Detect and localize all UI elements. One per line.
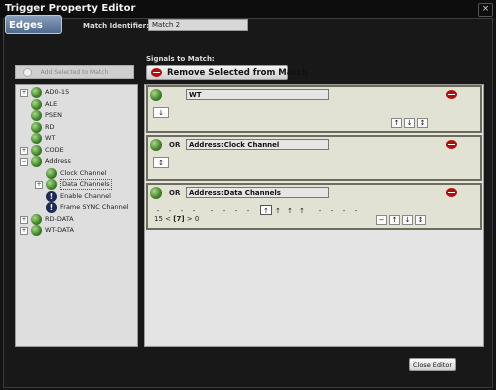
signal-card-clock-channel[interactable]: OR Address:Clock Channel ↕ [146,135,482,181]
move-up-button[interactable]: ↑ [391,118,402,128]
bit-edge-cell[interactable]: - [206,206,218,216]
tree-expander-icon[interactable]: + [35,181,43,189]
match-identifier-input[interactable] [148,19,248,31]
bit-next-button[interactable]: > [187,215,193,223]
tree-item-label: Address [45,157,71,165]
green-ball-icon [46,167,57,179]
remove-icon [151,68,162,77]
tree-item-label: RD [45,122,55,131]
tree-expander-icon[interactable]: + [20,146,28,155]
warning-icon: ! [46,202,57,213]
signal-status-icon [150,89,162,101]
add-icon [23,68,32,77]
signal-name: Address:Data Channels [186,187,329,198]
close-window-button[interactable]: × [478,3,493,17]
signal-order-buttons: ↑ ↓ ↕ [391,118,430,129]
bit-edge-cell[interactable]: - [326,206,338,216]
or-connector: OR [169,189,181,197]
toggle-edge-button[interactable]: ↕ [417,118,428,128]
signal-name: Address:Clock Channel [186,139,329,150]
bit-edge-cell[interactable]: - [230,206,242,216]
add-selected-to-match-button[interactable]: Add Selected to Match [15,65,134,79]
green-ball-icon [31,213,42,225]
signal-status-icon [150,187,162,199]
or-connector: OR [169,141,181,149]
window-title: Trigger Property Editor [5,3,136,14]
tree-expander-icon[interactable]: + [20,227,28,235]
tree-item-label: PSEN [45,111,63,119]
signals-to-match-label: Signals to Match: [146,55,215,63]
toggle-edge-button[interactable]: ↕ [415,215,426,225]
tree-item-label: Frame SYNC Channel [60,203,129,211]
green-ball-icon [31,121,42,133]
bit-edge-cell[interactable]: - [218,206,230,216]
green-ball-icon [31,225,42,236]
signal-status-icon [150,139,162,151]
match-identifier-label: Match Identifier: [83,22,149,30]
bit-edge-cell[interactable]: ↑ [284,206,296,216]
tree-expander-icon[interactable]: − [20,158,28,166]
tree-item-label: RD-DATA [45,214,74,223]
bit-edge-cell[interactable]: ↑ [272,206,284,216]
signal-order-buttons: − ↑ ↓ ↕ [376,215,428,226]
bit-edge-cell[interactable]: - [350,206,362,216]
close-editor-button[interactable]: Close Editor [409,358,456,371]
green-ball-icon [46,179,57,190]
remove-signal-icon[interactable] [446,140,457,149]
tree-item-label: CODE [45,145,64,154]
signal-card-wt[interactable]: WT ↓ ↑ ↓ ↕ [146,85,482,133]
tree-item-label: Clock Channel [60,168,107,177]
bit-edge-cell[interactable]: - [338,206,350,216]
green-ball-icon [31,98,42,110]
tree-item-label: WT-DATA [45,226,74,234]
match-signals-panel: WT ↓ ↑ ↓ ↕ OR Address:Clock Channel ↕ OR A… [144,84,484,347]
bit-range-high: 15 [154,215,163,223]
remove-signal-icon[interactable] [446,188,457,197]
bit-prev-button[interactable]: < [165,215,171,223]
bit-edge-row: - - - - - - - - ↑ ↑ ↑ ↑ - - - - [152,203,362,216]
tree-item-label: ALE [45,99,58,108]
edge-selector[interactable]: ↕ [153,157,169,168]
add-selected-label: Add Selected to Match [40,69,109,76]
bit-edge-cell[interactable]: ↑ [296,206,308,216]
warning-icon: ! [46,190,57,202]
remove-selected-from-match-button[interactable]: Remove Selected from Match [146,65,308,80]
move-down-button[interactable]: ↓ [404,118,415,128]
bit-edge-cell[interactable]: - [242,206,254,216]
tree-item-label: Data Channels [60,179,112,190]
collapse-button[interactable]: − [376,215,387,225]
signal-tree[interactable]: + AD0-15 ALE PSEN RD WT + CODE − Address Clock Cha… [15,84,138,347]
tree-expander-icon[interactable]: + [20,89,28,97]
signal-name: WT [186,89,329,100]
move-up-button[interactable]: ↑ [389,215,400,225]
move-down-button[interactable]: ↓ [402,215,413,225]
tree-item-label: AD0-15 [45,88,70,96]
edge-selector[interactable]: ↓ [153,107,169,118]
bit-edge-cell[interactable]: ↑ [260,205,272,215]
remove-signal-icon[interactable] [446,90,457,99]
green-ball-icon [31,133,42,144]
tree-item-label: Enable Channel [60,191,111,200]
bit-current: [7] [173,215,185,223]
green-ball-icon [31,87,42,98]
signal-card-data-channels[interactable]: OR Address:Data Channels - - - - - - - - ↑ ↑ ↑ ↑ - - -… [146,183,482,230]
green-ball-icon [31,144,42,156]
green-ball-icon [31,110,42,121]
bit-range: 15 < [7] > 0 [154,215,199,223]
bit-range-low: 0 [194,215,200,223]
tab-edges[interactable]: Edges [5,15,62,34]
remove-selected-label: Remove Selected from Match [167,68,308,78]
bit-edge-cell[interactable]: - [314,206,326,216]
tree-item-label: WT [45,134,56,142]
green-ball-icon [31,156,42,167]
tree-expander-icon[interactable]: + [20,215,28,224]
